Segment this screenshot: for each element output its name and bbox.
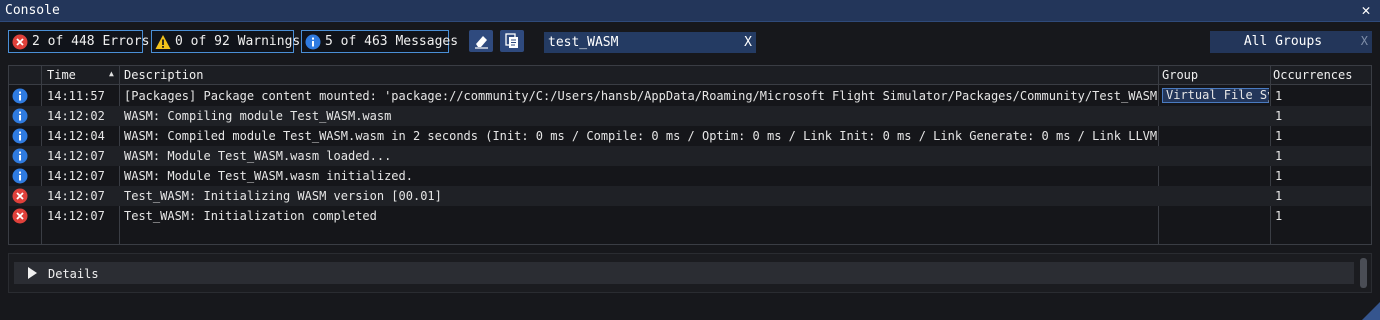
row-description: WASM: Compiling module Test_WASM.wasm — [124, 109, 392, 123]
table-row[interactable]: 14:12:07 WASM: Module Test_WASM.wasm init… — [9, 166, 1371, 186]
close-icon[interactable]: ✕ — [1358, 2, 1374, 18]
row-description: Test_WASM: Initializing WASM version [00… — [124, 189, 442, 203]
row-occurrences: 1 — [1275, 89, 1283, 103]
row-description: [Packages] Package content mounted: 'pac… — [124, 89, 1159, 103]
info-icon — [12, 128, 28, 144]
sort-ascending-icon: ▲ — [109, 69, 114, 78]
row-description: Test_WASM: Initialization completed — [124, 209, 377, 223]
error-icon — [12, 34, 28, 49]
eraser-icon — [475, 36, 488, 49]
warnings-filter-toggle[interactable]: 0 of 92 Warnings — [151, 30, 300, 53]
table-row[interactable]: 14:12:07 WASM: Module Test_WASM.wasm load… — [9, 146, 1371, 166]
row-time: 14:12:04 — [47, 129, 105, 143]
row-group[interactable]: Virtual File System — [1162, 88, 1269, 103]
row-description: WASM: Module Test_WASM.wasm initialized. — [124, 169, 413, 183]
table-row[interactable]: 14:12:07 Test_WASM: Initializing WASM ver… — [9, 186, 1371, 206]
row-time: 14:12:07 — [47, 169, 105, 183]
details-panel: Details — [8, 253, 1372, 293]
table-row[interactable]: 14:12:02 WASM: Compiling module Test_WASM… — [9, 106, 1371, 126]
errors-filter-label: 2 of 448 Errors — [32, 34, 150, 49]
column-header-group[interactable]: Group — [1162, 68, 1198, 82]
row-occurrences: 1 — [1275, 129, 1283, 143]
row-description: WASM: Module Test_WASM.wasm loaded... — [124, 149, 392, 163]
copy-icon — [505, 33, 518, 48]
error-icon — [12, 208, 28, 224]
groups-dropdown-label: All Groups — [1243, 34, 1323, 49]
row-occurrences: 1 — [1275, 189, 1283, 203]
column-header-time[interactable]: Time — [47, 68, 76, 82]
row-occurrences: 1 — [1275, 169, 1283, 183]
row-time: 14:12:07 — [47, 149, 105, 163]
search-input[interactable] — [544, 32, 740, 53]
resize-grip[interactable] — [1362, 302, 1380, 320]
row-occurrences: 1 — [1275, 149, 1283, 163]
messages-filter-toggle[interactable]: 5 of 463 Messages — [301, 30, 458, 53]
info-icon — [12, 168, 28, 184]
table-row[interactable]: 14:12:04 WASM: Compiled module Test_WASM.… — [9, 126, 1371, 146]
details-label: Details — [48, 267, 99, 281]
copy-console-button[interactable] — [500, 30, 524, 52]
table-header: Time ▲ Description Group Occurrences — [9, 66, 1371, 85]
row-time: 14:11:57 — [47, 89, 105, 103]
info-icon — [12, 108, 28, 124]
groups-dropdown[interactable]: All Groups X — [1210, 31, 1372, 53]
row-time: 14:12:07 — [47, 209, 105, 223]
row-description: WASM: Compiled module Test_WASM.wasm in … — [124, 129, 1159, 143]
row-group-label: Virtual File System — [1162, 88, 1269, 103]
groups-clear-button[interactable]: X — [1361, 34, 1368, 48]
warning-icon — [155, 34, 171, 49]
row-occurrences: 1 — [1275, 109, 1283, 123]
info-icon — [12, 148, 28, 164]
table-row[interactable]: 14:11:57 [Packages] Package content mount… — [9, 86, 1371, 106]
column-header-description[interactable]: Description — [124, 68, 203, 82]
search-clear-button[interactable]: X — [740, 32, 756, 53]
column-header-occurrences[interactable]: Occurrences — [1273, 68, 1352, 82]
clear-console-button[interactable] — [469, 30, 493, 52]
console-toolbar: 2 of 448 Errors 0 of 92 Warnings 5 of 46… — [0, 22, 1380, 62]
errors-filter-toggle[interactable]: 2 of 448 Errors — [8, 30, 149, 53]
details-scrollbar[interactable] — [1360, 258, 1367, 288]
messages-filter-label: 5 of 463 Messages — [325, 34, 459, 49]
info-icon — [305, 34, 321, 49]
error-icon — [12, 188, 28, 204]
row-time: 14:12:07 — [47, 189, 105, 203]
row-time: 14:12:02 — [47, 109, 105, 123]
window-titlebar: Console ✕ — [0, 0, 1380, 22]
window-title: Console — [5, 3, 60, 18]
warnings-filter-label: 0 of 92 Warnings — [175, 34, 301, 49]
log-table: Time ▲ Description Group Occurrences 14:… — [8, 65, 1372, 245]
info-icon — [12, 88, 28, 104]
expand-triangle-icon — [28, 267, 37, 279]
row-occurrences: 1 — [1275, 209, 1283, 223]
table-row[interactable]: 14:12:07 Test_WASM: Initialization comple… — [9, 206, 1371, 226]
details-toggle[interactable]: Details — [14, 262, 1354, 284]
